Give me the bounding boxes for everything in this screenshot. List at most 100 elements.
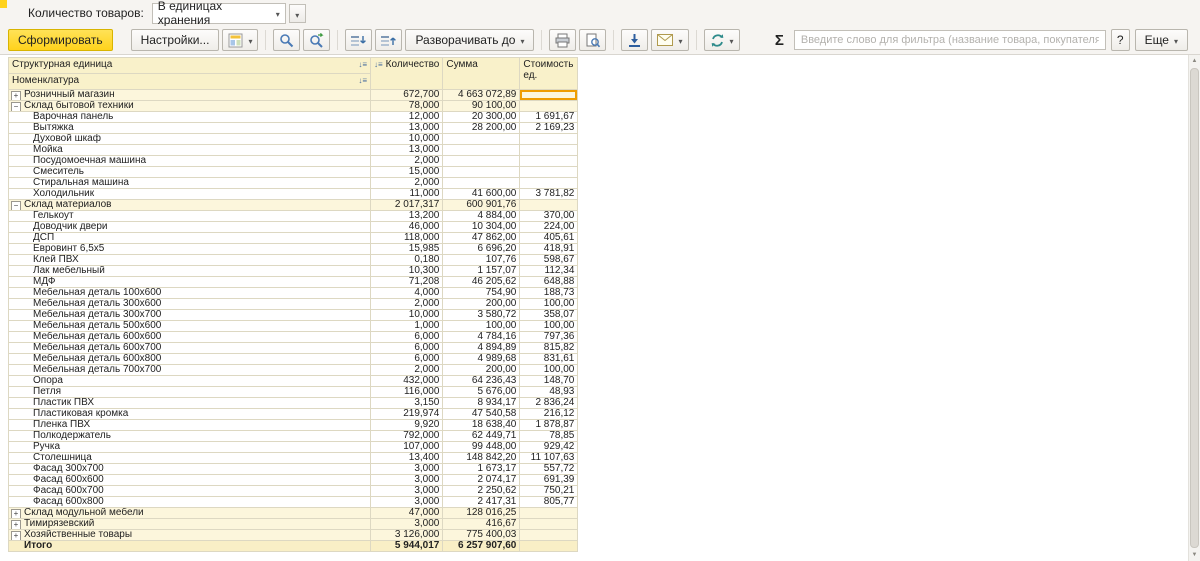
scroll-up-icon[interactable] <box>1189 58 1200 64</box>
row-name-cell[interactable]: Итого <box>8 540 371 552</box>
row-name-cell[interactable]: Фасад 600x600 <box>8 474 371 486</box>
row-qty-cell[interactable]: 47,000 <box>369 507 444 519</box>
row-cost-cell[interactable]: 797,36 <box>519 331 579 343</box>
column-quantity[interactable]: Количество <box>369 57 444 90</box>
row-name-cell[interactable]: Мебельная деталь 300x600 <box>8 298 371 310</box>
row-cost-cell[interactable]: 2 169,23 <box>519 122 579 134</box>
row-qty-cell[interactable]: 13,000 <box>369 122 444 134</box>
row-cost-cell[interactable]: 1 878,87 <box>519 419 579 431</box>
row-cost-cell[interactable]: 691,39 <box>519 474 579 486</box>
row-qty-cell[interactable]: 5 944,017 <box>369 540 444 552</box>
row-sum-cell[interactable]: 6 696,20 <box>442 243 521 255</box>
row-sum-cell[interactable]: 4 784,16 <box>442 331 521 343</box>
row-cost-cell[interactable] <box>519 166 579 178</box>
sigma-icon[interactable]: Σ <box>770 32 789 49</box>
row-name-cell[interactable]: Варочная панель <box>8 111 371 123</box>
row-cost-cell[interactable]: 216,12 <box>519 408 579 420</box>
row-name-cell[interactable]: Полкодержатель <box>8 430 371 442</box>
quantity-mode-combo[interactable]: В единицах хранения <box>151 0 286 27</box>
refresh-button[interactable] <box>703 29 740 51</box>
row-qty-cell[interactable]: 10,300 <box>369 265 444 277</box>
row-name-cell[interactable]: Мебельная деталь 600x700 <box>8 342 371 354</box>
collapse-icon[interactable]: − <box>11 102 21 111</box>
row-qty-cell[interactable]: 3,000 <box>369 463 444 475</box>
row-qty-cell[interactable]: 3,000 <box>369 485 444 497</box>
row-sum-cell[interactable]: 4 884,00 <box>442 210 521 222</box>
more-button[interactable]: Еще <box>1134 29 1188 51</box>
row-name-cell[interactable]: + Хозяйственные товары <box>8 529 371 541</box>
row-sum-cell[interactable]: 4 894,89 <box>442 342 521 354</box>
row-name-cell[interactable]: Пластиковая кромка <box>8 408 371 420</box>
row-sum-cell[interactable]: 99 448,00 <box>442 441 521 453</box>
vertical-scrollbar[interactable] <box>1188 55 1200 561</box>
row-sum-cell[interactable]: 46 205,62 <box>442 276 521 288</box>
row-cost-cell[interactable]: 750,21 <box>519 485 579 497</box>
row-cost-cell[interactable]: 3 781,82 <box>519 188 579 200</box>
row-sum-cell[interactable]: 8 934,17 <box>442 397 521 409</box>
row-cost-cell[interactable] <box>519 529 579 541</box>
row-qty-cell[interactable]: 3,000 <box>369 518 444 530</box>
row-cost-cell[interactable]: 112,34 <box>519 265 579 277</box>
row-qty-cell[interactable]: 15,985 <box>369 243 444 255</box>
row-name-cell[interactable]: Холодильник <box>8 188 371 200</box>
row-name-cell[interactable]: Пленка ПВХ <box>8 419 371 431</box>
row-sum-cell[interactable]: 2 250,62 <box>442 485 521 497</box>
row-sum-cell[interactable]: 200,00 <box>442 364 521 376</box>
row-name-cell[interactable]: Мебельная деталь 600x800 <box>8 353 371 365</box>
row-cost-cell[interactable]: 557,72 <box>519 463 579 475</box>
row-sum-cell[interactable] <box>442 177 521 189</box>
row-qty-cell[interactable]: 118,000 <box>369 232 444 244</box>
save-button[interactable] <box>621 29 649 51</box>
row-name-cell[interactable]: Посудомоечная машина <box>8 155 371 167</box>
row-sum-cell[interactable]: 148 842,20 <box>442 452 521 464</box>
row-qty-cell[interactable]: 2 017,317 <box>369 199 444 211</box>
row-qty-cell[interactable]: 6,000 <box>369 331 444 343</box>
row-name-cell[interactable]: Смеситель <box>8 166 371 178</box>
row-sum-cell[interactable]: 62 449,71 <box>442 430 521 442</box>
row-sum-cell[interactable]: 20 300,00 <box>442 111 521 123</box>
row-sum-cell[interactable]: 754,90 <box>442 287 521 299</box>
sort-icon[interactable] <box>374 60 383 69</box>
row-cost-cell[interactable]: 11 107,63 <box>519 452 579 464</box>
row-sum-cell[interactable]: 41 600,00 <box>442 188 521 200</box>
row-name-cell[interactable]: Евровинт 6,5x5 <box>8 243 371 255</box>
row-qty-cell[interactable]: 2,000 <box>369 298 444 310</box>
row-qty-cell[interactable]: 11,000 <box>369 188 444 200</box>
row-qty-cell[interactable]: 1,000 <box>369 320 444 332</box>
row-name-cell[interactable]: Фасад 300x700 <box>8 463 371 475</box>
row-qty-cell[interactable]: 9,920 <box>369 419 444 431</box>
row-sum-cell[interactable]: 416,67 <box>442 518 521 530</box>
row-name-cell[interactable]: Мебельная деталь 700x700 <box>8 364 371 376</box>
column-sum[interactable]: Сумма <box>442 57 521 90</box>
row-qty-cell[interactable]: 46,000 <box>369 221 444 233</box>
row-sum-cell[interactable]: 128 016,25 <box>442 507 521 519</box>
row-sum-cell[interactable]: 200,00 <box>442 298 521 310</box>
row-cost-cell[interactable]: 2 836,24 <box>519 397 579 409</box>
row-qty-cell[interactable]: 13,000 <box>369 144 444 156</box>
row-qty-cell[interactable]: 3,000 <box>369 496 444 508</box>
row-qty-cell[interactable]: 10,000 <box>369 309 444 321</box>
row-qty-cell[interactable]: 6,000 <box>369 353 444 365</box>
expand-groups-button[interactable] <box>375 29 403 51</box>
row-cost-cell[interactable]: 418,91 <box>519 243 579 255</box>
row-sum-cell[interactable]: 2 074,17 <box>442 474 521 486</box>
row-cost-cell[interactable]: 929,42 <box>519 441 579 453</box>
search-button[interactable] <box>273 29 301 51</box>
row-cost-cell[interactable] <box>519 177 579 189</box>
row-name-cell[interactable]: − Склад бытовой техники <box>8 100 371 112</box>
row-cost-cell[interactable]: 1 691,67 <box>519 111 579 123</box>
row-qty-cell[interactable]: 10,000 <box>369 133 444 145</box>
row-cost-cell[interactable] <box>519 518 579 530</box>
settings-button[interactable]: Настройки... <box>130 29 220 51</box>
row-qty-cell[interactable]: 672,700 <box>369 89 444 101</box>
row-name-cell[interactable]: Стиральная машина <box>8 177 371 189</box>
row-sum-cell[interactable]: 4 989,68 <box>442 353 521 365</box>
search-next-button[interactable] <box>303 29 331 51</box>
row-qty-cell[interactable]: 6,000 <box>369 342 444 354</box>
row-name-cell[interactable]: Пластик ПВХ <box>8 397 371 409</box>
print-preview-button[interactable] <box>579 29 607 51</box>
row-sum-cell[interactable] <box>442 166 521 178</box>
help-button[interactable]: ? <box>1110 29 1130 51</box>
row-cost-cell[interactable]: 358,07 <box>519 309 579 321</box>
expand-icon[interactable]: + <box>11 531 21 540</box>
